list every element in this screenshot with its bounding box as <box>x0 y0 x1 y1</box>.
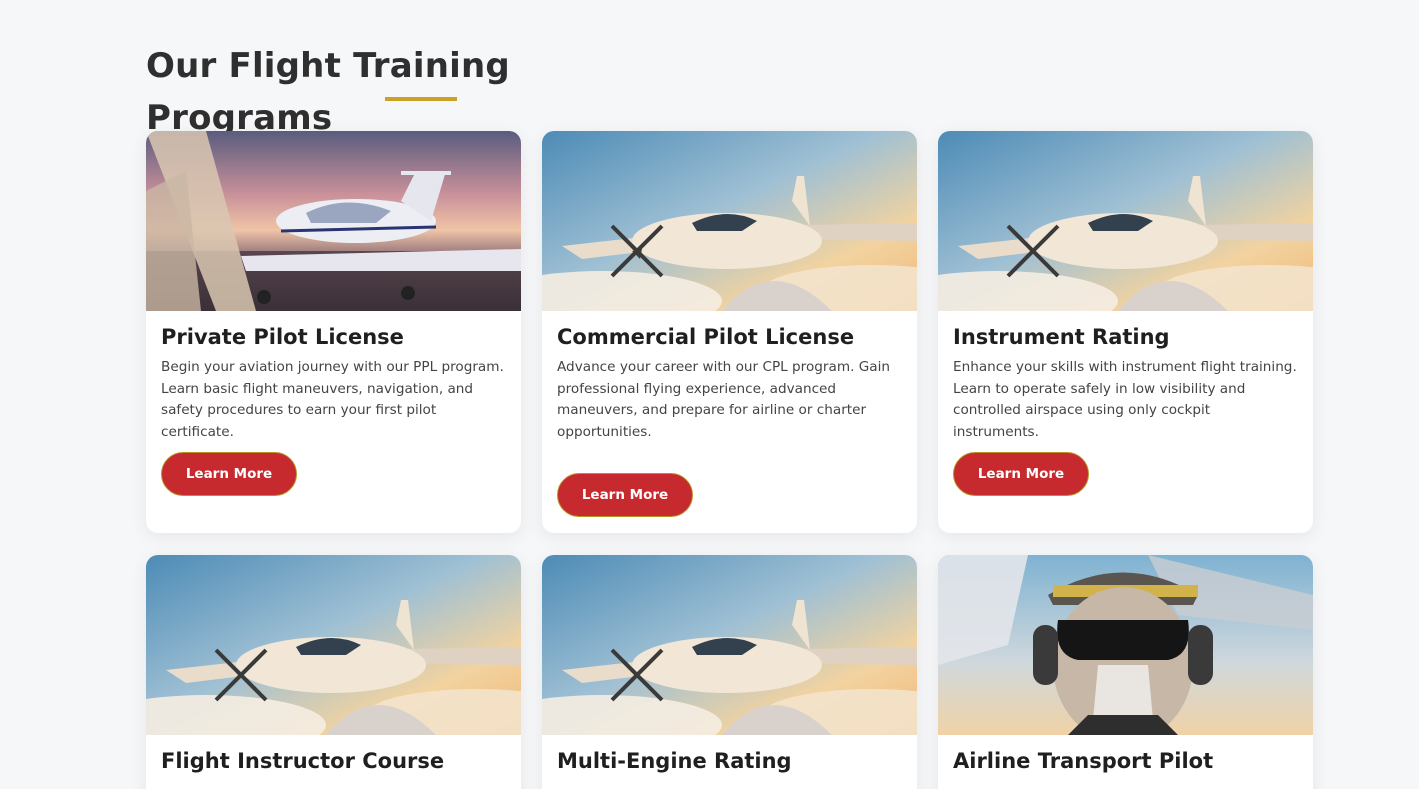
program-title: Multi-Engine Rating <box>557 749 792 773</box>
program-card-multi-engine: Multi-Engine Rating <box>542 555 917 789</box>
program-image <box>146 131 521 311</box>
program-image <box>542 555 917 735</box>
program-card-commercial-pilot: Commercial Pilot License Advance your ca… <box>542 131 917 533</box>
program-description: Begin your aviation journey with our PPL… <box>161 359 504 440</box>
program-title: Private Pilot License <box>161 325 404 349</box>
program-image <box>542 131 917 311</box>
program-image <box>938 555 1313 735</box>
program-title: Commercial Pilot License <box>557 325 855 349</box>
program-title: Flight Instructor Course <box>161 749 445 773</box>
training-programs-section: Our Flight Training Programs Private Pil… <box>0 0 1419 789</box>
program-card-instrument-rating: Instrument Rating Enhance your skills wi… <box>938 131 1313 533</box>
section-header: Our Flight Training Programs <box>146 40 696 144</box>
learn-more-button[interactable]: Learn More <box>557 473 693 517</box>
program-card-flight-instructor: Flight Instructor Course <box>146 555 521 789</box>
program-card-airline-transport: Airline Transport Pilot <box>938 555 1313 789</box>
learn-more-button[interactable]: Learn More <box>953 452 1089 496</box>
program-card-private-pilot: Private Pilot License Begin your aviatio… <box>146 131 521 533</box>
program-title: Instrument Rating <box>953 325 1170 349</box>
program-description: Enhance your skills with instrument flig… <box>953 359 1297 440</box>
section-title: Our Flight Training Programs <box>146 46 510 138</box>
program-title: Airline Transport Pilot <box>953 749 1214 773</box>
learn-more-button[interactable]: Learn More <box>161 452 297 496</box>
program-description: Advance your career with our CPL program… <box>557 359 890 440</box>
title-underline <box>385 97 457 101</box>
program-image <box>146 555 521 735</box>
program-image <box>938 131 1313 311</box>
